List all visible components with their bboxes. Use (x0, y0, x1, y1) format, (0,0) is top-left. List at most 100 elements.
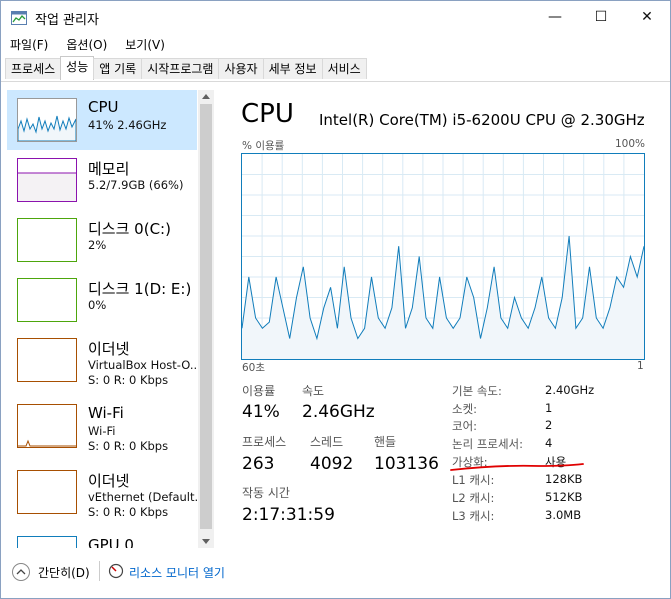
handles-label: 핸들 (374, 435, 397, 449)
speed-label: 속도 (302, 384, 325, 398)
cpu-utilization-graph (241, 153, 645, 360)
wifi-thumbnail-line (18, 439, 76, 447)
perf-item-disk-0[interactable]: 디스크 0(C:) 2% (7, 210, 197, 270)
l3-cache-label: L3 캐시: (452, 509, 495, 523)
memory-thumbnail-graph (17, 158, 77, 202)
perf-item-throughput: S: 0 R: 0 Kbps (88, 439, 169, 453)
wifi-thumbnail-graph (17, 404, 77, 448)
cpu-model-name: Intel(R) Core(TM) i5-6200U CPU @ 2.30GHz (319, 111, 645, 129)
perf-item-disk-1[interactable]: 디스크 1(D: E:) 0% (7, 270, 197, 330)
disk1-thumbnail-graph (17, 278, 77, 322)
l3-cache-value: 3.0MB (545, 508, 582, 522)
tab-services[interactable]: 서비스 (321, 58, 367, 79)
tab-app-history[interactable]: 앱 기록 (93, 58, 143, 79)
sockets-value: 1 (545, 401, 553, 415)
menu-view[interactable]: 보기(V) (116, 34, 174, 56)
scroll-thumb[interactable] (200, 104, 212, 529)
tab-processes[interactable]: 프로세스 (5, 58, 62, 79)
cpu-thumbnail-graph (17, 98, 77, 142)
title-bar: 작업 관리자 — ☐ ✕ (1, 1, 670, 33)
close-icon: ✕ (641, 9, 653, 25)
cores-value: 2 (545, 418, 553, 432)
processes-label: 프로세스 (242, 435, 287, 449)
close-button[interactable]: ✕ (624, 1, 670, 33)
scroll-up-icon[interactable] (202, 94, 210, 99)
memory-thumbnail-fill (18, 173, 76, 201)
speed-value: 2.46GHz (302, 402, 375, 422)
perf-item-title: Wi-Fi (88, 404, 124, 422)
bottom-bar: 간단히(D) 리소스 모니터 열기 (1, 557, 670, 597)
gpu-thumbnail-graph (17, 536, 77, 548)
perf-item-subtitle: vEthernet (Default... (88, 490, 197, 504)
perf-item-subtitle: 0% (88, 298, 107, 312)
base-speed-value: 2.40GHz (545, 383, 595, 397)
perf-item-ethernet-1[interactable]: 이더넷 VirtualBox Host-O... S: 0 R: 0 Kbps (7, 330, 197, 396)
ethernet2-thumbnail-graph (17, 470, 77, 514)
perf-item-title: 이더넷 (88, 472, 130, 490)
uptime-value: 2:17:31:59 (242, 505, 335, 525)
tab-users[interactable]: 사용자 (218, 58, 264, 79)
perf-item-throughput: S: 0 R: 0 Kbps (88, 373, 169, 387)
perf-item-subtitle: Wi-Fi (88, 424, 116, 438)
graph-time-span: 60초 (242, 362, 266, 374)
perf-item-title: 디스크 1(D: E:) (88, 280, 192, 298)
handles-value: 103136 (374, 454, 439, 474)
tab-performance[interactable]: 성능 (60, 56, 95, 80)
performance-sidebar: CPU 41% 2.46GHz 메모리 5.2/7.9GB (66%) 디스크 … (7, 90, 197, 548)
menu-bar: 파일(F) 옵션(O) 보기(V) (1, 34, 670, 56)
utilization-value: 41% (242, 402, 280, 422)
collapse-icon[interactable] (12, 563, 30, 581)
threads-label: 스레드 (310, 435, 344, 449)
uptime-label: 작동 시간 (242, 486, 290, 500)
open-resource-monitor-link[interactable]: 리소스 모니터 열기 (129, 564, 225, 581)
processes-value: 263 (242, 454, 275, 474)
page-title: CPU (241, 99, 294, 129)
perf-item-wifi[interactable]: Wi-Fi Wi-Fi S: 0 R: 0 Kbps (7, 396, 197, 462)
perf-item-gpu[interactable]: GPU 0 (7, 528, 197, 548)
perf-item-throughput: S: 0 R: 0 Kbps (88, 505, 169, 519)
ethernet1-thumbnail-graph (17, 338, 77, 382)
graph-ylabel: % 이용률 (242, 140, 285, 152)
perf-item-title: 이더넷 (88, 340, 130, 358)
cores-label: 코어: (452, 419, 478, 433)
perf-item-title: GPU 0 (88, 536, 134, 548)
perf-item-title: 메모리 (88, 160, 130, 178)
l2-cache-label: L2 캐시: (452, 491, 495, 505)
resource-monitor-icon[interactable] (108, 563, 124, 579)
graph-xmin: 1 (637, 360, 644, 372)
disk0-thumbnail-graph (17, 218, 77, 262)
maximize-button[interactable]: ☐ (578, 1, 624, 33)
perf-item-title: CPU (88, 98, 119, 116)
l1-cache-label: L1 캐시: (452, 473, 495, 487)
sockets-label: 소켓: (452, 402, 478, 416)
task-manager-app-icon (11, 11, 27, 25)
l1-cache-value: 128KB (545, 472, 583, 486)
threads-value: 4092 (310, 454, 354, 474)
perf-item-ethernet-2[interactable]: 이더넷 vEthernet (Default... S: 0 R: 0 Kbps (7, 462, 197, 528)
logical-processors-label: 논리 프로세서: (452, 437, 524, 451)
minimize-icon: — (548, 9, 562, 25)
red-underline-annotation (450, 463, 584, 471)
base-speed-label: 기본 속도: (452, 384, 502, 398)
perf-item-memory[interactable]: 메모리 5.2/7.9GB (66%) (7, 150, 197, 210)
task-manager-window: 작업 관리자 — ☐ ✕ 파일(F) 옵션(O) 보기(V) 프로세스 성능 앱… (0, 0, 671, 599)
minimize-button[interactable]: — (532, 1, 578, 33)
scroll-down-icon[interactable] (202, 539, 210, 544)
separator (99, 561, 100, 581)
menu-file[interactable]: 파일(F) (1, 34, 57, 56)
fewer-details-button[interactable]: 간단히(D) (38, 564, 90, 581)
perf-item-subtitle: VirtualBox Host-O... (88, 358, 197, 372)
perf-item-subtitle: 41% 2.46GHz (88, 118, 167, 132)
perf-item-cpu[interactable]: CPU 41% 2.46GHz (7, 90, 197, 150)
cpu-thumbnail-area (18, 115, 76, 141)
perf-item-subtitle: 2% (88, 238, 107, 252)
tab-details[interactable]: 세부 정보 (262, 58, 323, 79)
logical-processors-value: 4 (545, 436, 553, 450)
tab-startup[interactable]: 시작프로그램 (141, 58, 220, 79)
l2-cache-value: 512KB (545, 490, 583, 504)
menu-options[interactable]: 옵션(O) (57, 34, 116, 56)
window-title: 작업 관리자 (35, 13, 99, 28)
utilization-label: 이용률 (242, 384, 276, 398)
perf-item-subtitle: 5.2/7.9GB (66%) (88, 178, 184, 192)
sidebar-scrollbar[interactable] (198, 90, 214, 548)
